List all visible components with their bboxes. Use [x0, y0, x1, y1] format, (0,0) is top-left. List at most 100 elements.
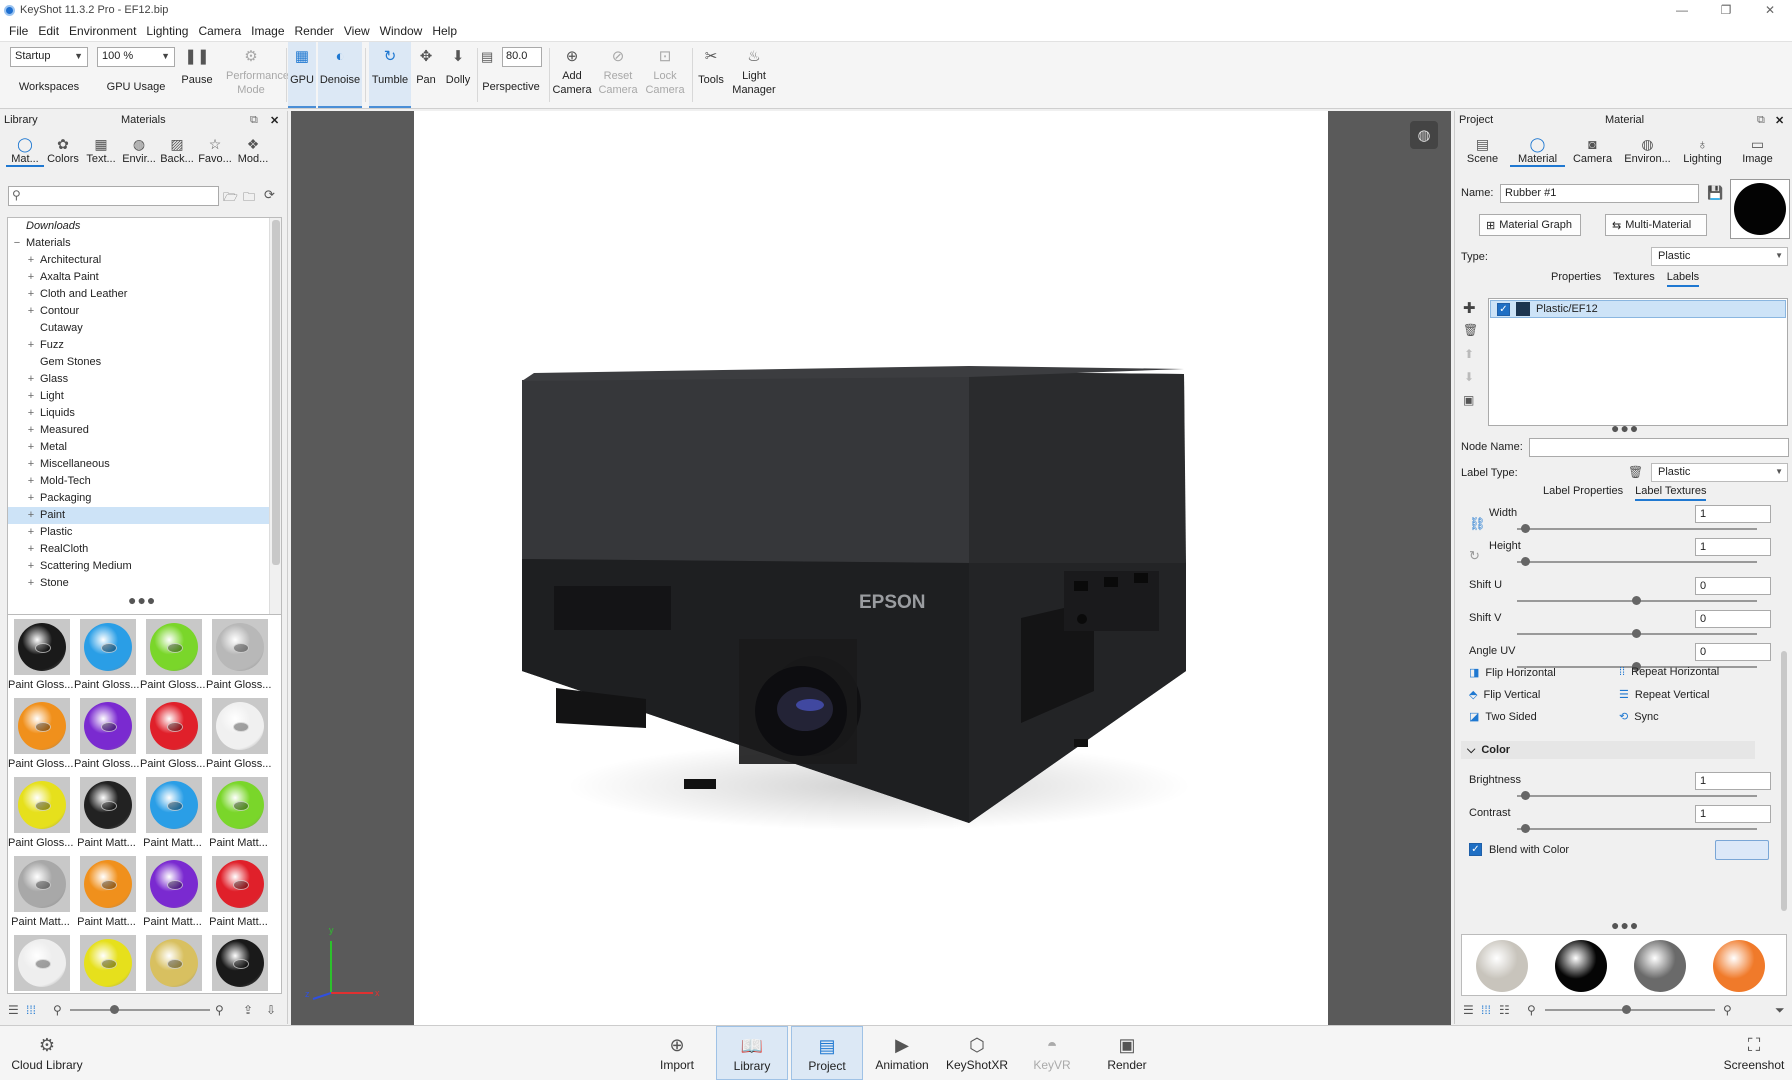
tree-item[interactable]: + Measured: [8, 422, 281, 439]
material-thumbnail[interactable]: Paint Gloss...: [8, 777, 73, 855]
pan-button[interactable]: ✥ Pan: [413, 42, 439, 108]
tab-properties[interactable]: Properties: [1551, 271, 1601, 287]
two-sided-toggle[interactable]: ◪ Two Sided: [1469, 710, 1537, 724]
splitter-handle[interactable]: ●●●: [1611, 420, 1639, 436]
blend-with-color-checkbox[interactable]: ✓: [1469, 843, 1482, 856]
zoom-in-icon[interactable]: ⚲: [1723, 1003, 1732, 1017]
minimize-icon[interactable]: —: [1660, 0, 1704, 20]
reset-camera-button[interactable]: ⊘ Reset Camera: [596, 42, 640, 108]
tree-item[interactable]: + Cloth and Leather: [8, 286, 281, 303]
menu-edit[interactable]: Edit: [33, 24, 64, 38]
param-value-input[interactable]: 1: [1695, 538, 1771, 556]
brightness-input[interactable]: 1: [1695, 772, 1771, 790]
material-thumbnail[interactable]: Paint Matt...: [206, 856, 271, 934]
flip-horizontal-toggle[interactable]: ◨ Flip Horizontal: [1469, 666, 1556, 680]
tree-item[interactable]: + Stone: [8, 575, 281, 592]
tab-image[interactable]: ▭ Image: [1730, 135, 1785, 167]
expand-icon[interactable]: +: [26, 303, 36, 320]
multi-material-button[interactable]: ⇆ Multi-Material: [1605, 214, 1707, 236]
tab-label-textures[interactable]: Label Textures: [1635, 485, 1707, 501]
list-view-icon[interactable]: ☰: [1463, 1003, 1474, 1017]
tree-item[interactable]: + Glass: [8, 371, 281, 388]
folder-icon[interactable]: 🗁: [223, 188, 238, 209]
tree-item[interactable]: + Paint: [8, 507, 281, 524]
folder-add-icon[interactable]: 🗀: [243, 188, 255, 209]
list-item[interactable]: ✓ Plastic/EF12: [1490, 300, 1786, 318]
material-swatch[interactable]: [1555, 940, 1607, 992]
sync-rotate-icon[interactable]: ↻: [1469, 548, 1480, 564]
collapse-icon[interactable]: −: [12, 235, 22, 252]
expand-icon[interactable]: +: [26, 422, 36, 439]
tumble-button[interactable]: ↻ Tumble: [369, 42, 411, 108]
tab-labels[interactable]: Labels: [1666, 271, 1700, 287]
move-down-icon[interactable]: ⬇: [1464, 370, 1474, 384]
expand-icon[interactable]: +: [26, 490, 36, 507]
tab-materials[interactable]: ◯ Mat...: [6, 135, 44, 167]
node-name-input[interactable]: [1529, 438, 1789, 457]
fov-input[interactable]: 80.0: [502, 47, 542, 67]
expand-icon[interactable]: +: [26, 405, 36, 422]
slider-knob[interactable]: [1521, 824, 1530, 833]
add-label-icon[interactable]: ✚: [1463, 299, 1476, 317]
library-search-input[interactable]: ⚲: [8, 186, 219, 206]
upload-icon[interactable]: ⇪: [243, 1003, 253, 1017]
material-thumbnail[interactable]: Paint Matt...: [74, 856, 139, 934]
expand-icon[interactable]: +: [26, 541, 36, 558]
region-render-icon[interactable]: ◍: [1410, 121, 1438, 149]
material-preview[interactable]: [1730, 179, 1790, 239]
tree-item[interactable]: + Packaging: [8, 490, 281, 507]
param-value-input[interactable]: 0: [1695, 610, 1771, 628]
gpu-usage-select[interactable]: 100 % ▼: [97, 47, 175, 67]
slider-knob[interactable]: [110, 1005, 119, 1014]
menu-view[interactable]: View: [339, 24, 375, 38]
tab-textures[interactable]: ▦ Text...: [82, 135, 120, 167]
import-button[interactable]: ⊕ Import: [646, 1026, 708, 1080]
swatch-size-slider[interactable]: [1545, 1005, 1715, 1014]
tree-item[interactable]: + Mold-Tech: [8, 473, 281, 490]
tree-item[interactable]: + Fuzz: [8, 337, 281, 354]
expand-icon[interactable]: +: [26, 337, 36, 354]
splitter-handle[interactable]: ●●●: [1611, 917, 1639, 933]
slider-knob[interactable]: [1632, 629, 1641, 638]
slider-knob[interactable]: [1622, 1005, 1631, 1014]
expand-icon[interactable]: +: [26, 524, 36, 541]
keyshotxr-button[interactable]: ⬡ KeyShotXR: [942, 1026, 1012, 1080]
detail-view-icon[interactable]: ☷: [1499, 1003, 1510, 1017]
material-thumbnail[interactable]: Paint Matt...: [74, 777, 139, 855]
material-thumbnail[interactable]: Paint Matt...: [140, 856, 205, 934]
slider-knob[interactable]: [1521, 524, 1530, 533]
animation-button[interactable]: ▶ Animation: [868, 1026, 936, 1080]
tree-item[interactable]: + Light: [8, 388, 281, 405]
zoom-in-icon[interactable]: ⚲: [215, 1003, 224, 1017]
material-thumbnail[interactable]: Paint Matt...: [206, 777, 271, 855]
tab-textures[interactable]: Textures: [1613, 271, 1655, 287]
tab-environment[interactable]: ◍ Environ...: [1620, 135, 1675, 167]
denoise-toggle[interactable]: ◐ Denoise: [318, 42, 362, 108]
material-thumbnail[interactable]: Paint Gloss...: [8, 619, 73, 697]
material-thumbnail[interactable]: Paint Gloss...: [74, 698, 139, 776]
tools-button[interactable]: ✂ Tools: [695, 42, 727, 108]
pause-button[interactable]: ❚❚ Pause: [180, 42, 214, 108]
expand-icon[interactable]: +: [26, 269, 36, 286]
menu-image[interactable]: Image: [246, 24, 289, 38]
properties-scrollbar[interactable]: [1781, 651, 1787, 911]
render-button[interactable]: ▣ Render: [1098, 1026, 1156, 1080]
tab-models[interactable]: ❖ Mod...: [234, 135, 272, 167]
maximize-icon[interactable]: ❐: [1704, 0, 1748, 20]
menu-environment[interactable]: Environment: [64, 24, 141, 38]
move-up-icon[interactable]: ⬆: [1464, 347, 1474, 361]
material-thumbnail[interactable]: Paint Gloss...: [74, 619, 139, 697]
blend-color-swatch[interactable]: [1715, 840, 1769, 860]
brightness-slider[interactable]: [1517, 791, 1757, 800]
contrast-input[interactable]: 1: [1695, 805, 1771, 823]
repeat-horizontal-toggle[interactable]: ⁞⁞ Repeat Horizontal: [1619, 666, 1719, 678]
tree-item[interactable]: + Plastic: [8, 524, 281, 541]
import-folder-icon[interactable]: ⇩: [266, 1003, 276, 1017]
expand-icon[interactable]: +: [26, 575, 36, 592]
tree-item[interactable]: + RealCloth: [8, 541, 281, 558]
save-material-icon[interactable]: 💾: [1707, 185, 1723, 201]
param-slider[interactable]: [1517, 596, 1757, 605]
material-thumbnail[interactable]: [8, 935, 73, 993]
label-type-dropdown[interactable]: Plastic ▼: [1651, 463, 1788, 482]
cloud-library-button[interactable]: ⚙ Cloud Library: [10, 1026, 84, 1080]
